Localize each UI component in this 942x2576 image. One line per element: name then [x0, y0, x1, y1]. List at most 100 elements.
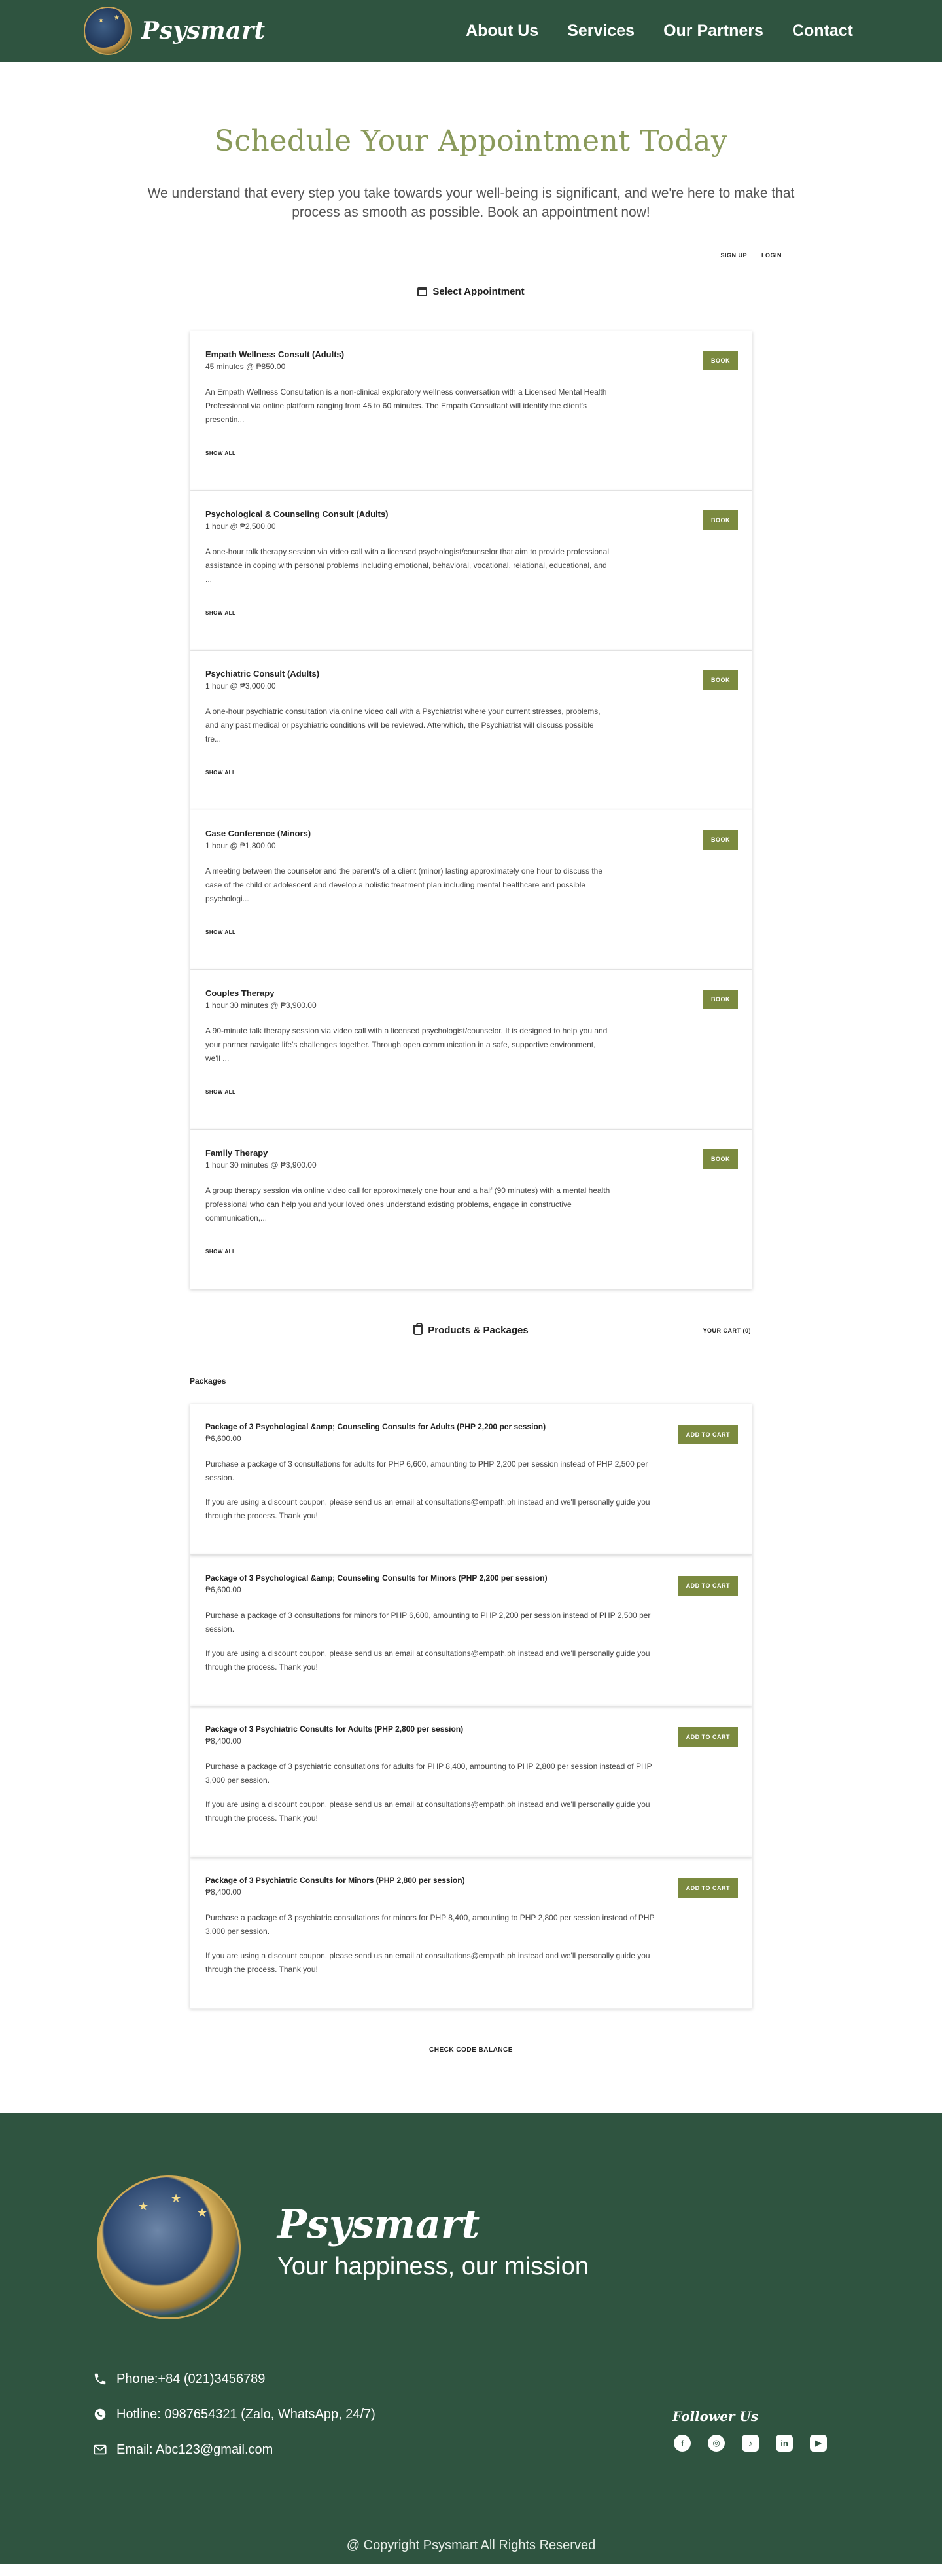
add-to-cart-button[interactable]: ADD TO CART	[678, 1425, 738, 1444]
package-description: Purchase a package of 3 psychiatric cons…	[205, 1762, 652, 1785]
service-description: A 90-minute talk therapy session via vid…	[205, 1026, 608, 1063]
products-heading-label: Products & Packages	[428, 1325, 529, 1336]
package-card: Package of 3 Psychiatric Consults for Mi…	[190, 1857, 752, 2009]
social-links: f ◎ ♪ in ▶	[674, 2435, 827, 2452]
linkedin-icon[interactable]: in	[776, 2435, 793, 2452]
package-note: If you are using a discount coupon, plea…	[205, 1951, 650, 1974]
book-button[interactable]: BOOK	[703, 351, 738, 370]
service-card: Empath Wellness Consult (Adults) 45 minu…	[190, 331, 752, 491]
package-price: ₱8,400.00	[205, 1887, 241, 1897]
main-content: Schedule Your Appointment Today We under…	[0, 62, 942, 2113]
service-card: Family Therapy 1 hour 30 minutes @ ₱3,90…	[190, 1130, 752, 1289]
book-button[interactable]: BOOK	[703, 1149, 738, 1169]
signup-link[interactable]: SIGN UP	[720, 252, 747, 259]
service-meta: 1 hour @ ₱3,000.00	[205, 681, 276, 690]
follow-us-label: Follower Us	[672, 2408, 759, 2424]
package-note: If you are using a discount coupon, plea…	[205, 1800, 650, 1823]
package-price: ₱6,600.00	[205, 1585, 241, 1594]
service-card: Psychiatric Consult (Adults) 1 hour @ ₱3…	[190, 651, 752, 810]
auth-links: SIGN UP LOGIN	[720, 252, 782, 259]
service-meta: 45 minutes @ ₱850.00	[205, 362, 286, 371]
package-list: Package of 3 Psychological &amp; Counsel…	[190, 1404, 752, 2009]
package-card: Package of 3 Psychiatric Consults for Ad…	[190, 1706, 752, 1857]
facebook-icon[interactable]: f	[674, 2435, 691, 2452]
footer-brand: Psysmart	[277, 2202, 480, 2247]
phone-text: Phone:+84 (021)3456789	[116, 2371, 266, 2386]
book-button[interactable]: BOOK	[703, 510, 738, 530]
service-description: A group therapy session via online video…	[205, 1186, 610, 1223]
cart-link[interactable]: YOUR CART (0)	[703, 1327, 752, 1334]
login-link[interactable]: LOGIN	[761, 252, 782, 259]
package-description: Purchase a package of 3 consultations fo…	[205, 1611, 651, 1634]
contact-email[interactable]: Email: Abc123@gmail.com	[93, 2432, 375, 2467]
service-meta: 1 hour @ ₱2,500.00	[205, 522, 276, 531]
brand-logo-icon: ★ ★	[84, 7, 132, 55]
service-name: Case Conference (Minors)	[205, 829, 311, 838]
nav-services[interactable]: Services	[567, 22, 635, 41]
tiktok-icon[interactable]: ♪	[742, 2435, 759, 2452]
service-meta: 1 hour @ ₱1,800.00	[205, 841, 276, 850]
contact-phone[interactable]: Phone:+84 (021)3456789	[93, 2361, 375, 2397]
show-all-link[interactable]: SHOW ALL	[205, 610, 737, 616]
add-to-cart-button[interactable]: ADD TO CART	[678, 1878, 738, 1898]
select-appointment-heading: Select Appointment	[141, 286, 801, 297]
add-to-cart-button[interactable]: ADD TO CART	[678, 1576, 738, 1596]
contact-list: Phone:+84 (021)3456789 Hotline: 09876543…	[93, 2361, 375, 2467]
package-card: Package of 3 Psychological &amp; Counsel…	[190, 1555, 752, 1706]
products-heading: Products & Packages YOUR CART (0)	[190, 1323, 752, 1336]
show-all-link[interactable]: SHOW ALL	[205, 450, 737, 456]
page-subtitle: We understand that every step you take t…	[147, 186, 795, 220]
site-footer: ★ ★ ★ Psysmart Your happiness, our missi…	[0, 2113, 942, 2564]
page-title: Schedule Your Appointment Today	[214, 124, 728, 158]
hotline-text: Hotline: 0987654321 (Zalo, WhatsApp, 24/…	[116, 2406, 375, 2422]
calendar-icon	[417, 287, 428, 296]
site-header: ★ ★ Psysmart About Us Services Our Partn…	[0, 0, 942, 62]
service-description: A meeting between the counselor and the …	[205, 867, 603, 903]
service-name: Empath Wellness Consult (Adults)	[205, 349, 345, 359]
mail-icon	[93, 2442, 107, 2457]
contact-hotline[interactable]: Hotline: 0987654321 (Zalo, WhatsApp, 24/…	[93, 2397, 375, 2432]
service-name: Family Therapy	[205, 1148, 268, 1158]
nav-our-partners[interactable]: Our Partners	[663, 22, 763, 41]
copyright: @ Copyright Psysmart All Rights Reserved	[346, 2538, 596, 2552]
booking-widget: SIGN UP LOGIN Select Appointment Empath …	[141, 235, 801, 2113]
book-button[interactable]: BOOK	[703, 830, 738, 850]
service-meta: 1 hour 30 minutes @ ₱3,900.00	[205, 1160, 317, 1170]
service-card: Case Conference (Minors) 1 hour @ ₱1,800…	[190, 810, 752, 970]
package-name: Package of 3 Psychological &amp; Counsel…	[205, 1573, 548, 1583]
nav-contact[interactable]: Contact	[792, 22, 853, 41]
package-description: Purchase a package of 3 psychiatric cons…	[205, 1913, 655, 1936]
show-all-link[interactable]: SHOW ALL	[205, 770, 737, 776]
nav-about-us[interactable]: About Us	[466, 22, 538, 41]
package-price: ₱6,600.00	[205, 1434, 241, 1443]
service-card: Couples Therapy 1 hour 30 minutes @ ₱3,9…	[190, 970, 752, 1130]
shopping-bag-icon	[413, 1323, 423, 1335]
package-name: Package of 3 Psychiatric Consults for Ad…	[205, 1725, 464, 1734]
service-name: Psychiatric Consult (Adults)	[205, 669, 320, 679]
package-price: ₱8,400.00	[205, 1736, 241, 1745]
package-note: If you are using a discount coupon, plea…	[205, 1649, 650, 1672]
service-description: A one-hour talk therapy session via vide…	[205, 547, 610, 584]
youtube-icon[interactable]: ▶	[810, 2435, 827, 2452]
brand-name: Psysmart	[141, 17, 266, 45]
instagram-icon[interactable]: ◎	[708, 2435, 725, 2452]
show-all-link[interactable]: SHOW ALL	[205, 1249, 737, 1255]
service-meta: 1 hour 30 minutes @ ₱3,900.00	[205, 1001, 317, 1010]
package-name: Package of 3 Psychological &amp; Counsel…	[205, 1422, 546, 1431]
service-list: Empath Wellness Consult (Adults) 45 minu…	[190, 331, 752, 1289]
whatsapp-icon	[93, 2407, 107, 2422]
book-button[interactable]: BOOK	[703, 990, 738, 1009]
check-code-balance-link[interactable]: CHECK CODE BALANCE	[141, 2047, 801, 2113]
package-description: Purchase a package of 3 consultations fo…	[205, 1459, 648, 1482]
show-all-link[interactable]: SHOW ALL	[205, 929, 737, 935]
add-to-cart-button[interactable]: ADD TO CART	[678, 1727, 738, 1747]
service-name: Couples Therapy	[205, 988, 275, 998]
package-name: Package of 3 Psychiatric Consults for Mi…	[205, 1876, 465, 1885]
service-name: Psychological & Counseling Consult (Adul…	[205, 509, 389, 519]
book-button[interactable]: BOOK	[703, 670, 738, 690]
service-description: A one-hour psychiatric consultation via …	[205, 707, 601, 743]
logo[interactable]: ★ ★ Psysmart	[84, 7, 266, 55]
show-all-link[interactable]: SHOW ALL	[205, 1089, 737, 1095]
email-text: Email: Abc123@gmail.com	[116, 2442, 273, 2457]
footer-slogan: Your happiness, our mission	[277, 2253, 589, 2280]
